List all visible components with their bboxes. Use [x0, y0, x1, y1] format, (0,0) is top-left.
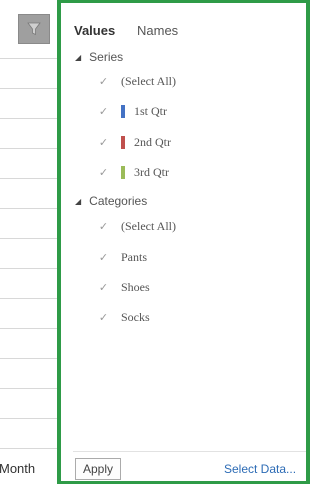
- chart-filter-panel: Values Names ◢ Series ✓ (Select All) ✓ 1…: [61, 3, 306, 481]
- checkbox-icon[interactable]: ✓: [97, 281, 110, 294]
- categories-select-all-item[interactable]: ✓ (Select All): [97, 216, 176, 236]
- series-select-all-label: (Select All): [121, 73, 176, 88]
- categories-section-header[interactable]: ◢ Categories: [75, 194, 147, 208]
- select-data-link[interactable]: Select Data...: [224, 462, 296, 476]
- checkbox-icon[interactable]: ✓: [97, 136, 110, 149]
- checkbox-icon[interactable]: ✓: [97, 75, 110, 88]
- series-item-label: 1st Qtr: [134, 103, 167, 118]
- series-section-header[interactable]: ◢ Series: [75, 50, 123, 64]
- checkbox-icon[interactable]: ✓: [97, 166, 110, 179]
- categories-select-all-label: (Select All): [121, 218, 176, 233]
- funnel-icon: [27, 22, 41, 36]
- grid-line: [0, 448, 57, 449]
- series-color-swatch: [121, 165, 125, 179]
- checkbox-icon[interactable]: ✓: [97, 311, 110, 324]
- grid-line: [0, 208, 57, 209]
- category-item-label: Shoes: [121, 279, 150, 294]
- apply-button[interactable]: Apply: [75, 458, 121, 480]
- checkbox-icon[interactable]: ✓: [97, 251, 110, 264]
- grid-line: [0, 328, 57, 329]
- grid-line: [0, 238, 57, 239]
- series-item-label: 2nd Qtr: [134, 134, 171, 149]
- grid-line: [0, 118, 57, 119]
- chart-filter-button[interactable]: [18, 14, 50, 44]
- category-item-pants[interactable]: ✓ Pants: [97, 247, 147, 267]
- month-label: Month: [0, 461, 36, 476]
- series-item-label: 3rd Qtr: [134, 164, 169, 179]
- checkbox-icon[interactable]: ✓: [97, 105, 110, 118]
- grid-line: [0, 58, 57, 59]
- category-item-socks[interactable]: ✓ Socks: [97, 307, 150, 327]
- categories-section-title: Categories: [89, 194, 148, 208]
- series-item-1st-qtr[interactable]: ✓ 1st Qtr: [97, 101, 167, 121]
- tab-names[interactable]: Names: [137, 23, 178, 38]
- grid-line: [0, 88, 57, 89]
- grid-line: [0, 178, 57, 179]
- footer-divider: [73, 451, 306, 452]
- series-section-title: Series: [89, 50, 124, 64]
- series-color-swatch: [121, 104, 125, 118]
- series-color-swatch: [121, 135, 125, 149]
- series-item-3rd-qtr[interactable]: ✓ 3rd Qtr: [97, 162, 169, 182]
- category-item-label: Pants: [121, 249, 148, 264]
- grid-line: [0, 358, 57, 359]
- tab-values[interactable]: Values: [74, 23, 115, 38]
- month-cell[interactable]: Month: [0, 454, 57, 484]
- series-select-all-item[interactable]: ✓ (Select All): [97, 71, 176, 91]
- collapse-triangle-icon: ◢: [75, 196, 82, 206]
- category-item-shoes[interactable]: ✓ Shoes: [97, 277, 150, 297]
- series-item-2nd-qtr[interactable]: ✓ 2nd Qtr: [97, 132, 171, 152]
- spreadsheet-strip: Month: [0, 0, 57, 484]
- grid-line: [0, 298, 57, 299]
- grid-line: [0, 148, 57, 149]
- panel-frame-right: [306, 0, 310, 484]
- grid-line: [0, 388, 57, 389]
- checkbox-icon[interactable]: ✓: [97, 220, 110, 233]
- grid-line: [0, 268, 57, 269]
- collapse-triangle-icon: ◢: [75, 52, 82, 62]
- grid-line: [0, 418, 57, 419]
- category-item-label: Socks: [121, 309, 150, 324]
